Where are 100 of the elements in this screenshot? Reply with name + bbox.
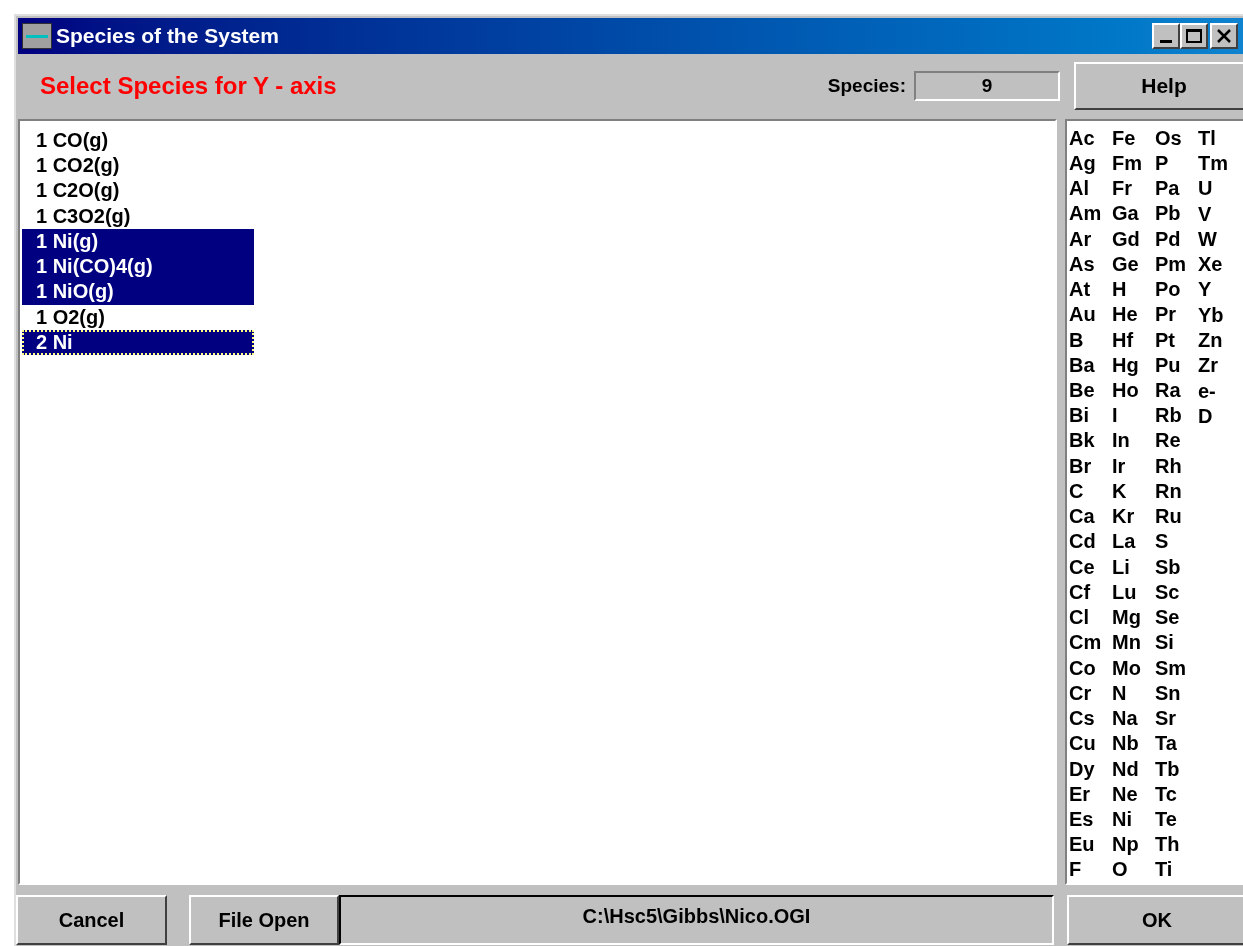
species-item[interactable]: 1 C2O(g) [22, 178, 254, 204]
species-item[interactable]: 1 NiO(g) [22, 279, 254, 305]
element-item[interactable]: Li [1112, 554, 1155, 580]
element-item[interactable]: Ac [1069, 125, 1112, 151]
element-item[interactable]: Pa [1155, 176, 1198, 202]
element-item[interactable]: Ir [1112, 453, 1155, 479]
element-item[interactable]: Ta [1155, 731, 1198, 757]
element-item[interactable]: Cm [1069, 630, 1112, 656]
element-item[interactable]: N [1112, 680, 1155, 707]
element-item[interactable]: Cr [1069, 680, 1112, 707]
close-button[interactable] [1210, 22, 1238, 49]
element-item[interactable]: Fm [1112, 150, 1155, 177]
element-item[interactable]: Sr [1155, 706, 1198, 732]
element-item[interactable]: Bk [1069, 428, 1112, 454]
element-item[interactable]: Mo [1112, 655, 1155, 681]
species-item[interactable]: 2 Ni [22, 330, 254, 356]
element-item[interactable]: Sm [1155, 655, 1198, 681]
element-item[interactable]: B [1069, 327, 1112, 353]
element-item[interactable]: Tb [1155, 756, 1198, 782]
element-item[interactable]: I [1112, 403, 1155, 429]
element-item[interactable]: Cd [1069, 529, 1112, 555]
element-item[interactable]: Rb [1155, 403, 1198, 429]
help-button[interactable]: Help [1074, 62, 1243, 111]
element-item[interactable]: Cs [1069, 706, 1112, 732]
element-item[interactable]: Kr [1112, 504, 1155, 530]
element-item[interactable]: Mn [1112, 630, 1155, 656]
species-item[interactable]: 1 Ni(g) [22, 228, 254, 255]
element-item[interactable]: Tm [1198, 150, 1241, 177]
element-item[interactable]: Ni [1112, 807, 1155, 833]
element-item[interactable]: H [1112, 277, 1155, 303]
element-item[interactable]: Se [1155, 605, 1198, 631]
element-item[interactable]: Tc [1155, 781, 1198, 807]
cancel-button[interactable]: Cancel [16, 895, 167, 946]
element-item[interactable]: C [1069, 478, 1112, 505]
element-item[interactable]: Es [1069, 807, 1112, 833]
element-item[interactable]: Eu [1069, 832, 1112, 858]
element-item[interactable]: Ho [1112, 378, 1155, 404]
element-item[interactable]: Dy [1069, 756, 1112, 782]
element-item[interactable]: At [1069, 277, 1112, 303]
element-item[interactable]: Al [1069, 176, 1112, 202]
element-item[interactable]: He [1112, 302, 1155, 328]
maximize-button[interactable] [1180, 22, 1208, 49]
element-item[interactable]: U [1198, 176, 1241, 202]
element-item[interactable]: Co [1069, 655, 1112, 681]
element-item[interactable]: Re [1155, 428, 1198, 454]
element-item[interactable]: Ag [1069, 150, 1112, 177]
element-item[interactable]: Sb [1155, 554, 1198, 580]
element-item[interactable]: O [1112, 857, 1155, 883]
element-item[interactable]: Nd [1112, 756, 1155, 782]
minimize-button[interactable] [1152, 22, 1180, 49]
element-item[interactable]: Ce [1069, 554, 1112, 580]
species-item[interactable]: 1 O2(g) [22, 304, 254, 331]
element-item[interactable]: Pr [1155, 302, 1198, 328]
element-item[interactable]: K [1112, 478, 1155, 505]
element-item[interactable]: Si [1155, 630, 1198, 656]
element-item[interactable]: Er [1069, 781, 1112, 807]
element-item[interactable]: Ge [1112, 251, 1155, 278]
element-item[interactable]: Te [1155, 807, 1198, 833]
element-item[interactable]: Be [1069, 378, 1112, 404]
element-item[interactable]: Hg [1112, 352, 1155, 378]
element-item[interactable]: Po [1155, 277, 1198, 303]
element-item[interactable]: Cf [1069, 579, 1112, 606]
element-item[interactable]: Rh [1155, 453, 1198, 479]
element-item[interactable]: S [1155, 529, 1198, 555]
element-item[interactable]: Pb [1155, 201, 1198, 227]
element-item[interactable]: Bi [1069, 403, 1112, 429]
element-item[interactable]: Os [1155, 125, 1198, 151]
element-item[interactable]: In [1112, 428, 1155, 454]
element-item[interactable]: P [1155, 150, 1198, 177]
element-item[interactable]: Tl [1198, 125, 1241, 151]
element-item[interactable]: Mg [1112, 605, 1155, 631]
element-item[interactable]: Yb [1198, 302, 1241, 329]
element-item[interactable]: Na [1112, 706, 1155, 732]
element-item[interactable]: Ga [1112, 201, 1155, 227]
element-item[interactable]: Ti [1155, 857, 1198, 883]
element-item[interactable]: Cu [1069, 731, 1112, 757]
element-item[interactable]: Pm [1155, 251, 1198, 278]
element-item[interactable]: La [1112, 529, 1155, 555]
element-item[interactable]: F [1069, 857, 1112, 883]
element-item[interactable]: Pu [1155, 352, 1198, 378]
species-item[interactable]: 1 CO(g) [22, 127, 254, 153]
element-item[interactable]: Sn [1155, 680, 1198, 707]
file-open-button[interactable]: File Open [189, 895, 339, 946]
element-item[interactable]: Pd [1155, 226, 1198, 252]
element-item[interactable]: Ar [1069, 226, 1112, 252]
element-item[interactable]: Pt [1155, 327, 1198, 353]
element-item[interactable]: Fe [1112, 125, 1155, 151]
element-item[interactable]: Ru [1155, 504, 1198, 530]
element-item[interactable]: Np [1112, 832, 1155, 858]
element-item[interactable]: Sc [1155, 579, 1198, 606]
element-item[interactable]: e- [1198, 378, 1241, 404]
element-item[interactable]: Ca [1069, 504, 1112, 530]
element-item[interactable]: Zn [1198, 328, 1241, 354]
element-item[interactable]: W [1198, 226, 1241, 253]
species-item[interactable]: 1 Ni(CO)4(g) [22, 254, 254, 280]
element-item[interactable]: V [1198, 201, 1241, 227]
element-item[interactable]: D [1198, 403, 1241, 430]
element-item[interactable]: Fr [1112, 176, 1155, 202]
element-item[interactable]: Nb [1112, 731, 1155, 757]
ok-button[interactable]: OK [1067, 895, 1243, 946]
